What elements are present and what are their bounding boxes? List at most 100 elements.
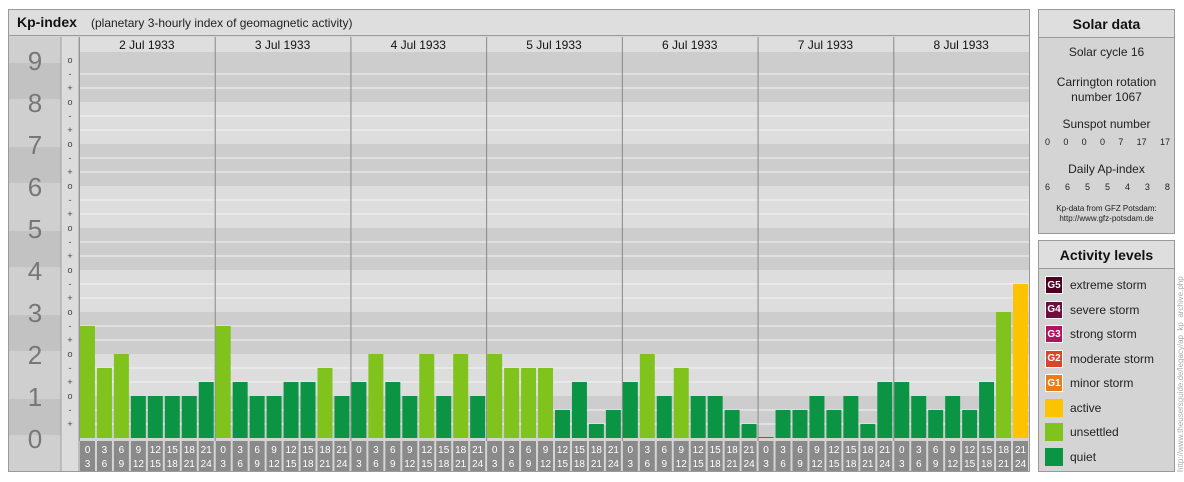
- kp-bar: [334, 396, 350, 438]
- kp-bar: [80, 325, 95, 438]
- sunspot-value: 0: [1099, 137, 1105, 147]
- kp-level-band: [79, 228, 1029, 270]
- hour-end-label: 24: [608, 459, 620, 470]
- hour-start-label: 12: [285, 445, 297, 456]
- hour-end-label: 3: [492, 459, 498, 470]
- hour-end-label: 18: [710, 459, 722, 470]
- hour-end-label: 6: [237, 459, 243, 470]
- kp-bar: [809, 396, 825, 438]
- hour-end-label: 21: [455, 459, 467, 470]
- y-minor-tick-label: -: [69, 279, 72, 289]
- kp-bar: [588, 424, 604, 438]
- day-label: 6 Jul 1933: [662, 38, 718, 52]
- y-major-tick-label: 0: [28, 424, 42, 454]
- hour-start-label: 15: [167, 445, 179, 456]
- hour-start-label: 12: [964, 445, 976, 456]
- ap-value: 3: [1144, 182, 1150, 192]
- chart-title: Kp-index: [17, 14, 77, 30]
- hour-start-label: 21: [879, 445, 891, 456]
- legend-item-unsettled: unsettled: [1045, 422, 1119, 442]
- kp-bar: [1013, 283, 1028, 438]
- ap-value: 5: [1084, 182, 1090, 192]
- hour-end-label: 6: [780, 459, 786, 470]
- ap-value: 6: [1064, 182, 1070, 192]
- kp-bar: [249, 396, 265, 438]
- chart-subtitle: (planetary 3-hourly index of geomagnetic…: [91, 16, 353, 30]
- sunspot-value: 7: [1118, 137, 1124, 147]
- y-minor-tick-label: +: [67, 419, 72, 429]
- hour-end-label: 18: [574, 459, 586, 470]
- hour-start-label: 0: [628, 445, 634, 456]
- hour-end-label: 21: [998, 459, 1010, 470]
- sunspot-value: 17: [1159, 137, 1170, 147]
- day-label: 7 Jul 1933: [798, 38, 854, 52]
- legend-item-quiet: quiet: [1045, 447, 1096, 467]
- legend-swatch: [1045, 398, 1063, 417]
- hour-end-label: 18: [845, 459, 857, 470]
- hour-start-label: 3: [237, 445, 243, 456]
- y-minor-tick-label: o: [67, 55, 72, 65]
- kp-bar: [402, 396, 418, 438]
- day-label: 2 Jul 1933: [119, 38, 175, 52]
- y-minor-tick-label: -: [69, 405, 72, 415]
- kp-bar: [555, 409, 570, 438]
- hour-start-label: 12: [557, 445, 569, 456]
- hour-end-label: 21: [319, 459, 331, 470]
- kp-bar: [656, 396, 672, 438]
- hour-end-label: 12: [269, 459, 281, 470]
- hour-end-label: 18: [438, 459, 450, 470]
- hour-start-label: 15: [710, 445, 722, 456]
- hour-start-label: 15: [981, 445, 993, 456]
- hour-start-label: 12: [150, 445, 162, 456]
- kp-level-band: [79, 270, 1029, 312]
- kp-bar: [232, 382, 248, 438]
- kp-bar: [860, 424, 876, 438]
- hour-end-label: 9: [390, 459, 396, 470]
- hour-start-label: 12: [693, 445, 705, 456]
- y-minor-tick-label: +: [67, 125, 72, 135]
- kp-bar: [147, 396, 163, 438]
- hour-start-label: 15: [302, 445, 314, 456]
- kp-bar: [690, 396, 706, 438]
- hour-start-label: 12: [828, 445, 840, 456]
- hour-start-label: 3: [373, 445, 379, 456]
- kp-bar: [979, 382, 995, 438]
- kp-bar: [894, 382, 910, 438]
- sunspot-value: 0: [1045, 137, 1051, 147]
- kp-bar: [96, 367, 112, 438]
- y-major-tick-label: 6: [28, 172, 42, 202]
- y-minor-tick-label: o: [67, 265, 72, 275]
- legend-item-moderate-storm: G2 moderate storm: [1045, 349, 1154, 369]
- y-minor-tick-label: -: [69, 237, 72, 247]
- source-link[interactable]: http://www.gfz-potsdam.de: [1039, 214, 1174, 223]
- kp-bar: [521, 367, 537, 438]
- y-minor-tick-label: o: [67, 223, 72, 233]
- kp-bar: [792, 409, 808, 438]
- hour-end-label: 6: [509, 459, 515, 470]
- hour-end-label: 3: [85, 459, 91, 470]
- kp-bar: [945, 396, 961, 438]
- legend-label: severe storm: [1070, 302, 1140, 317]
- kp-bar: [741, 424, 757, 438]
- ap-value: 6: [1045, 182, 1051, 192]
- sunspot-value: 0: [1081, 137, 1087, 147]
- kp-bar: [470, 396, 486, 438]
- kp-bar: [300, 382, 316, 438]
- hour-start-label: 6: [254, 445, 260, 456]
- hour-start-label: 0: [763, 445, 769, 456]
- hour-start-label: 21: [336, 445, 348, 456]
- hour-end-label: 24: [201, 459, 213, 470]
- ap-value: 4: [1124, 182, 1130, 192]
- hour-start-label: 21: [608, 445, 620, 456]
- hour-start-label: 0: [492, 445, 498, 456]
- hour-end-label: 12: [811, 459, 823, 470]
- kp-bar: [928, 409, 944, 438]
- y-minor-tick-label: -: [69, 69, 72, 79]
- activity-levels-panel: Activity levels G5 extreme storm G4 severe …: [1038, 240, 1175, 472]
- hour-end-label: 18: [302, 459, 314, 470]
- hour-start-label: 18: [998, 445, 1010, 456]
- hour-end-label: 9: [526, 459, 532, 470]
- hour-end-label: 6: [373, 459, 379, 470]
- hour-start-label: 3: [916, 445, 922, 456]
- hour-end-label: 12: [676, 459, 688, 470]
